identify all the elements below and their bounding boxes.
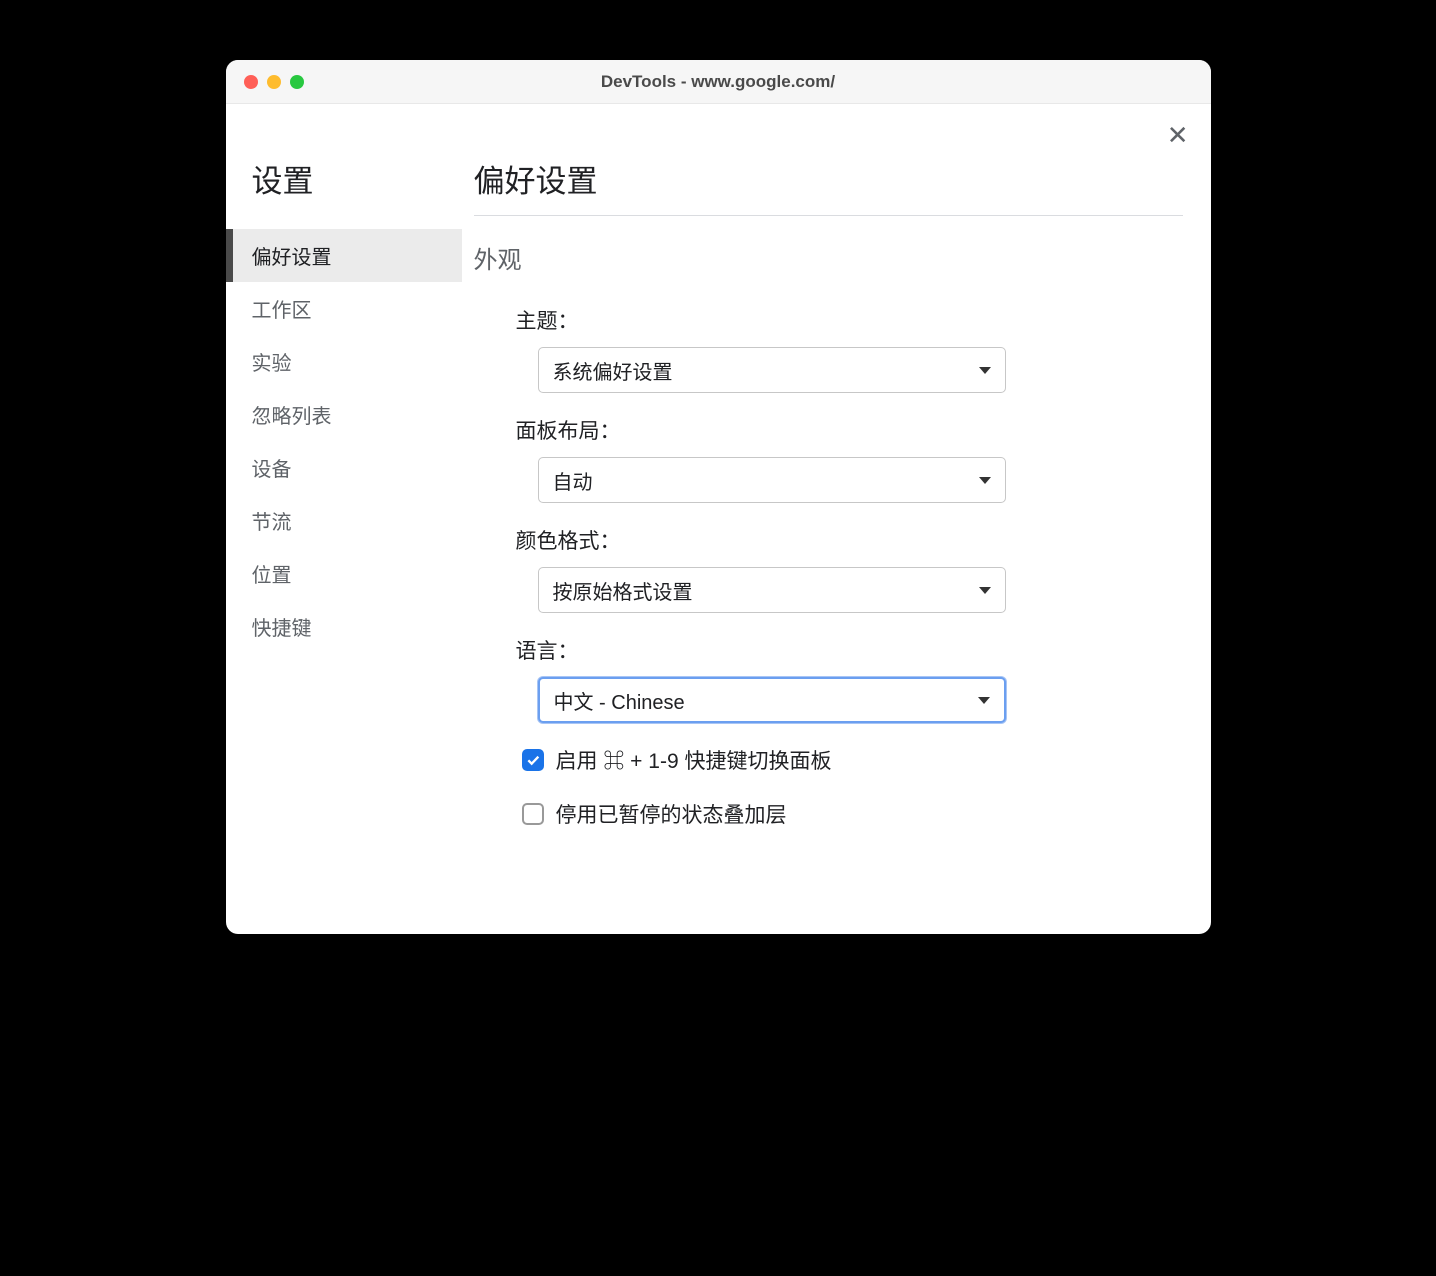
- enable-shortcuts-label: 启用 ⌘ + 1-9 快捷键切换面板: [556, 745, 832, 775]
- theme-field: 主题： 系统偏好设置: [516, 305, 1183, 393]
- minimize-window-button[interactable]: [267, 75, 281, 89]
- window-titlebar: DevTools - www.google.com/: [226, 60, 1211, 104]
- close-icon[interactable]: ✕: [1167, 122, 1189, 148]
- traffic-lights: [244, 75, 304, 89]
- sidebar-item-experiments[interactable]: 实验: [226, 335, 462, 388]
- color-format-label: 颜色格式：: [516, 525, 1183, 555]
- page-heading: 偏好设置: [474, 156, 1183, 201]
- checkmark-icon: [525, 752, 541, 768]
- devtools-settings-window: DevTools - www.google.com/ ✕ 设置 偏好设置 工作区…: [226, 60, 1211, 934]
- language-select-value: 中文 - Chinese: [554, 686, 685, 715]
- sidebar-item-label: 快捷键: [252, 618, 312, 640]
- sidebar-item-devices[interactable]: 设备: [226, 441, 462, 494]
- theme-select[interactable]: 系统偏好设置: [538, 347, 1006, 393]
- language-label: 语言：: [516, 635, 1183, 665]
- settings-sidebar: 设置 偏好设置 工作区 实验 忽略列表 设备 节流 位置 快捷: [226, 104, 462, 924]
- panel-layout-select-value: 自动: [553, 466, 593, 495]
- sidebar-item-label: 偏好设置: [252, 247, 332, 269]
- panel-layout-label: 面板布局：: [516, 415, 1183, 445]
- language-select[interactable]: 中文 - Chinese: [538, 677, 1006, 723]
- divider: [474, 215, 1183, 216]
- color-format-select[interactable]: 按原始格式设置: [538, 567, 1006, 613]
- enable-shortcuts-checkbox-row[interactable]: 启用 ⌘ + 1-9 快捷键切换面板: [522, 745, 1183, 775]
- sidebar-item-workspace[interactable]: 工作区: [226, 282, 462, 335]
- sidebar-title: 设置: [226, 156, 462, 201]
- chevron-down-icon: [979, 477, 991, 484]
- disable-overlay-checkbox[interactable]: [522, 803, 544, 825]
- sidebar-item-shortcuts[interactable]: 快捷键: [226, 600, 462, 653]
- panel-layout-field: 面板布局： 自动: [516, 415, 1183, 503]
- settings-content: ✕ 设置 偏好设置 工作区 实验 忽略列表 设备 节流 位置: [226, 104, 1211, 924]
- theme-label: 主题：: [516, 305, 1183, 335]
- window-title: DevTools - www.google.com/: [226, 72, 1211, 92]
- maximize-window-button[interactable]: [290, 75, 304, 89]
- close-window-button[interactable]: [244, 75, 258, 89]
- enable-shortcuts-checkbox[interactable]: [522, 749, 544, 771]
- panel-layout-select[interactable]: 自动: [538, 457, 1006, 503]
- sidebar-item-label: 实验: [252, 353, 292, 375]
- disable-overlay-checkbox-row[interactable]: 停用已暂停的状态叠加层: [522, 799, 1183, 829]
- color-format-select-value: 按原始格式设置: [553, 576, 693, 605]
- sidebar-item-label: 工作区: [252, 300, 312, 322]
- sidebar-item-preferences[interactable]: 偏好设置: [226, 229, 462, 282]
- sidebar-item-label: 设备: [252, 459, 292, 481]
- chevron-down-icon: [978, 697, 990, 704]
- sidebar-item-label: 节流: [252, 512, 292, 534]
- settings-main: 偏好设置 外观 主题： 系统偏好设置 面板布局： 自动: [462, 104, 1211, 924]
- language-field: 语言： 中文 - Chinese: [516, 635, 1183, 723]
- sidebar-item-label: 位置: [252, 565, 292, 587]
- disable-overlay-label: 停用已暂停的状态叠加层: [556, 799, 787, 829]
- color-format-field: 颜色格式： 按原始格式设置: [516, 525, 1183, 613]
- sidebar-item-ignore-list[interactable]: 忽略列表: [226, 388, 462, 441]
- sidebar-item-locations[interactable]: 位置: [226, 547, 462, 600]
- appearance-section-title: 外观: [474, 240, 1183, 275]
- theme-select-value: 系统偏好设置: [553, 356, 673, 385]
- sidebar-item-label: 忽略列表: [252, 406, 332, 428]
- chevron-down-icon: [979, 587, 991, 594]
- sidebar-item-throttling[interactable]: 节流: [226, 494, 462, 547]
- chevron-down-icon: [979, 367, 991, 374]
